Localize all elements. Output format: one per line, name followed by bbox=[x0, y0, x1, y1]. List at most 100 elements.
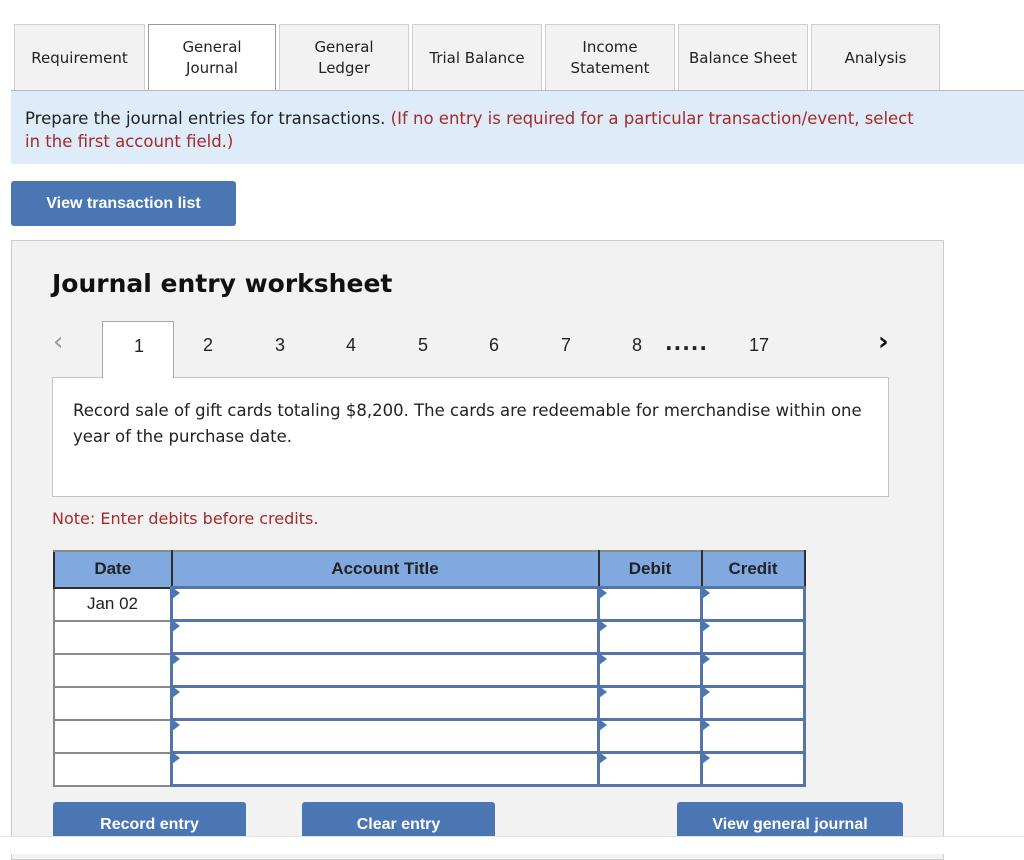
dropdown-flag-icon bbox=[702, 587, 710, 599]
credit-cell bbox=[700, 718, 806, 754]
date-cell bbox=[53, 619, 173, 655]
date-cell bbox=[53, 652, 173, 688]
journal-entry-table: Date Account Title Debit Credit Jan 02 bbox=[53, 550, 806, 787]
table-row bbox=[53, 652, 806, 688]
debit-credit-note: Note: Enter debits before credits. bbox=[52, 509, 319, 528]
dropdown-flag-icon bbox=[702, 719, 710, 731]
debit-input[interactable] bbox=[600, 722, 700, 750]
tab-analysis[interactable]: Analysis bbox=[811, 24, 940, 91]
account-title-cell bbox=[170, 718, 600, 754]
instruction-note-line2: in the first account field.) bbox=[25, 132, 234, 151]
view-transaction-list-button[interactable]: View transaction list bbox=[11, 181, 236, 226]
page-bottom-edge bbox=[0, 836, 1024, 854]
dropdown-flag-icon bbox=[599, 752, 607, 764]
dropdown-flag-icon bbox=[599, 620, 607, 632]
account-title-input[interactable] bbox=[173, 590, 597, 618]
dropdown-flag-icon bbox=[702, 620, 710, 632]
account-title-cell bbox=[170, 652, 600, 688]
debit-input[interactable] bbox=[600, 689, 700, 717]
credit-cell bbox=[700, 586, 806, 622]
date-cell bbox=[53, 751, 173, 787]
header-debit: Debit bbox=[597, 550, 703, 589]
debit-input[interactable] bbox=[600, 755, 700, 783]
instruction-banner: Prepare the journal entries for transact… bbox=[11, 90, 1024, 164]
journal-entry-worksheet-panel: Journal entry worksheet ‹ 1 2 3 4 5 6 7 … bbox=[11, 240, 944, 860]
credit-input[interactable] bbox=[703, 590, 803, 618]
tab-general-ledger[interactable]: General Ledger bbox=[279, 24, 409, 91]
header-credit: Credit bbox=[700, 550, 806, 589]
dropdown-flag-icon bbox=[172, 587, 180, 599]
debit-cell bbox=[597, 619, 703, 655]
table-row bbox=[53, 619, 806, 655]
credit-input[interactable] bbox=[703, 656, 803, 684]
account-title-cell bbox=[170, 751, 600, 787]
tab-bar: Requirement General Journal General Ledg… bbox=[14, 24, 943, 91]
account-title-input[interactable] bbox=[173, 755, 597, 783]
account-title-cell bbox=[170, 619, 600, 655]
dropdown-flag-icon bbox=[172, 620, 180, 632]
page-6[interactable]: 6 bbox=[489, 335, 499, 356]
dropdown-flag-icon bbox=[599, 686, 607, 698]
table-row bbox=[53, 751, 806, 787]
debit-cell bbox=[597, 652, 703, 688]
dropdown-flag-icon bbox=[172, 686, 180, 698]
dropdown-flag-icon bbox=[599, 653, 607, 665]
debit-cell bbox=[597, 685, 703, 721]
account-title-input[interactable] bbox=[173, 656, 597, 684]
date-cell bbox=[53, 718, 173, 754]
chevron-right-icon[interactable]: › bbox=[878, 327, 889, 357]
debit-cell bbox=[597, 718, 703, 754]
page-17[interactable]: 17 bbox=[749, 335, 769, 356]
dropdown-flag-icon bbox=[599, 587, 607, 599]
tab-label: Trial Balance bbox=[429, 48, 525, 67]
tab-label: Balance Sheet bbox=[689, 48, 797, 67]
tab-balance-sheet[interactable]: Balance Sheet bbox=[678, 24, 808, 91]
credit-cell bbox=[700, 751, 806, 787]
credit-input[interactable] bbox=[703, 689, 803, 717]
account-title-input[interactable] bbox=[173, 689, 597, 717]
dropdown-flag-icon bbox=[702, 752, 710, 764]
credit-input[interactable] bbox=[703, 722, 803, 750]
page-ellipsis: ..... bbox=[665, 331, 708, 355]
tab-income-statement[interactable]: Income Statement bbox=[545, 24, 675, 91]
dropdown-flag-icon bbox=[172, 752, 180, 764]
debit-input[interactable] bbox=[600, 656, 700, 684]
account-title-input[interactable] bbox=[173, 623, 597, 651]
tab-label: Income Statement bbox=[570, 38, 650, 77]
debit-cell bbox=[597, 751, 703, 787]
page-7[interactable]: 7 bbox=[561, 335, 571, 356]
tab-trial-balance[interactable]: Trial Balance bbox=[412, 24, 542, 91]
credit-input[interactable] bbox=[703, 623, 803, 651]
page-4[interactable]: 4 bbox=[346, 335, 356, 356]
debit-cell bbox=[597, 586, 703, 622]
page-8[interactable]: 8 bbox=[632, 335, 642, 356]
dropdown-flag-icon bbox=[172, 653, 180, 665]
account-title-cell bbox=[170, 586, 600, 622]
chevron-left-icon[interactable]: ‹ bbox=[53, 327, 63, 357]
dropdown-flag-icon bbox=[702, 686, 710, 698]
transaction-description: Record sale of gift cards totaling $8,20… bbox=[52, 377, 889, 497]
tab-requirement[interactable]: Requirement bbox=[14, 24, 145, 91]
debit-input[interactable] bbox=[600, 623, 700, 651]
table-row bbox=[53, 718, 806, 754]
dropdown-flag-icon bbox=[702, 653, 710, 665]
tab-label: Analysis bbox=[844, 48, 907, 67]
credit-cell bbox=[700, 619, 806, 655]
tab-general-journal[interactable]: General Journal bbox=[148, 24, 276, 91]
table-row: Jan 02 bbox=[53, 586, 806, 622]
page-3[interactable]: 3 bbox=[275, 335, 285, 356]
description-text: Record sale of gift cards totaling $8,20… bbox=[73, 401, 862, 446]
page-5[interactable]: 5 bbox=[418, 335, 428, 356]
credit-cell bbox=[700, 652, 806, 688]
debit-input[interactable] bbox=[600, 590, 700, 618]
credit-cell bbox=[700, 685, 806, 721]
header-date: Date bbox=[53, 550, 173, 589]
page-1-tab-active[interactable]: 1 bbox=[102, 321, 174, 378]
date-cell: Jan 02 bbox=[53, 586, 173, 622]
instruction-text: Prepare the journal entries for transact… bbox=[25, 109, 391, 128]
page-number: 1 bbox=[134, 336, 145, 356]
credit-input[interactable] bbox=[703, 755, 803, 783]
worksheet-title: Journal entry worksheet bbox=[52, 269, 393, 298]
account-title-input[interactable] bbox=[173, 722, 597, 750]
page-2[interactable]: 2 bbox=[203, 335, 213, 356]
